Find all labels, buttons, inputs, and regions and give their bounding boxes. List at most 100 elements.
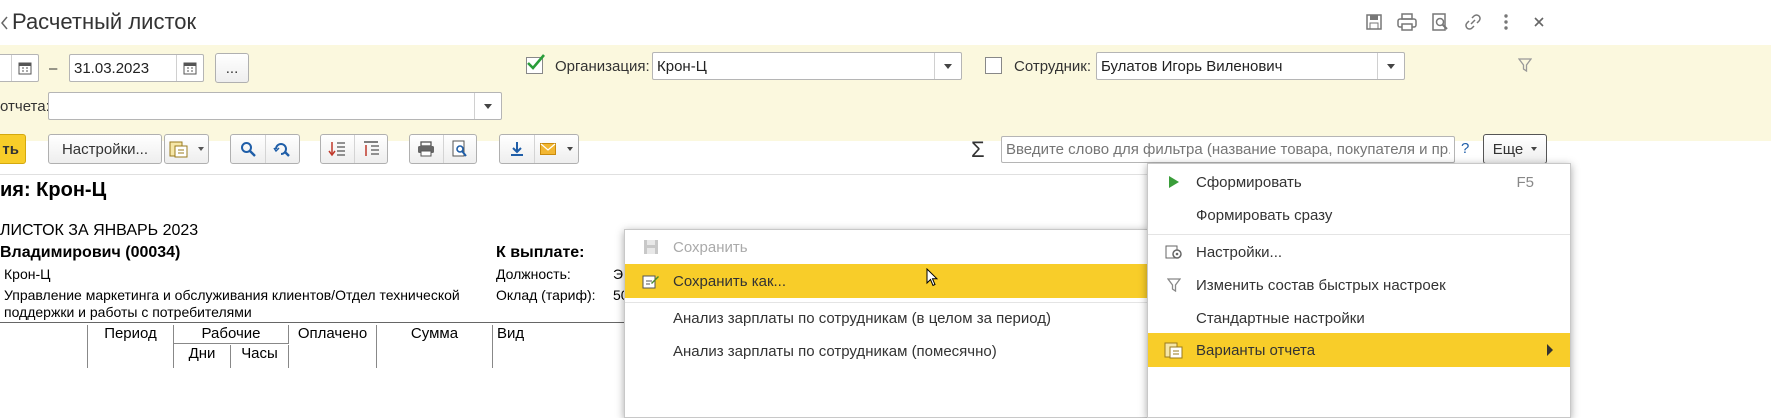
- col-type-header: Вид: [497, 325, 525, 342]
- calendar-icon[interactable]: [11, 55, 38, 81]
- employee-label: Сотрудник:: [1014, 58, 1092, 75]
- menu-item-settings-label: Настройки...: [1196, 243, 1283, 261]
- menu-item-standard-settings[interactable]: Стандартные настройки: [1148, 301, 1570, 335]
- close-icon[interactable]: [1527, 10, 1551, 34]
- collapse-groups-icon[interactable]: [353, 135, 388, 163]
- save-menu: Сохранить Сохранить как... Анализ зарпла…: [624, 229, 1149, 418]
- menu-item-generate-immediately-label: Формировать сразу: [1196, 206, 1333, 224]
- menu-item-generate-immediately[interactable]: Формировать сразу: [1148, 198, 1570, 232]
- menu-item-report-variants[interactable]: Варианты отчета: [1148, 333, 1570, 367]
- col-working-header: Рабочие: [174, 325, 289, 344]
- menu-item-variant-period-label: Анализ зарплаты по сотрудникам (в целом …: [673, 309, 1052, 327]
- menu-item-save-as-label: Сохранить как...: [673, 272, 787, 290]
- preview-icon[interactable]: [1428, 10, 1452, 34]
- menu-item-save-as[interactable]: Сохранить как...: [625, 264, 1148, 298]
- find-icon[interactable]: [231, 135, 265, 163]
- menu-item-variant-monthly-label: Анализ зарплаты по сотрудникам (помесячн…: [673, 342, 997, 360]
- report-variants-dropdown[interactable]: [164, 134, 209, 164]
- report-position-value: Э: [613, 266, 624, 282]
- menu-item-settings[interactable]: Настройки...: [1148, 235, 1570, 269]
- menu-item-generate-shortcut: F5: [1516, 173, 1534, 191]
- print-icon[interactable]: [410, 135, 443, 163]
- generate-button[interactable]: ть: [0, 134, 26, 164]
- menu-item-standard-settings-label: Стандартные настройки: [1196, 309, 1365, 327]
- more-menu: Сформировать F5 Формировать сразу Настро…: [1147, 163, 1571, 418]
- date-to-field[interactable]: 31.03.2023: [69, 54, 204, 82]
- settings-button[interactable]: Настройки...: [48, 134, 162, 164]
- menu-item-save[interactable]: Сохранить: [625, 230, 1148, 264]
- menu-item-generate[interactable]: Сформировать F5: [1148, 165, 1570, 199]
- group-tools: [320, 134, 388, 164]
- search-input-box[interactable]: [1002, 137, 1454, 162]
- save-as-icon: [641, 272, 661, 290]
- menu-item-variant-monthly[interactable]: Анализ зарплаты по сотрудникам (помесячн…: [625, 334, 1148, 368]
- window-back-chevron[interactable]: [0, 13, 8, 33]
- settings-icon: [1164, 243, 1184, 261]
- report-department-line2: поддержки и работы с потребителями: [4, 304, 252, 320]
- report-department-line1: Управление маркетинга и обслуживания кли…: [4, 287, 460, 303]
- menu-item-variant-period[interactable]: Анализ зарплаты по сотрудникам (в целом …: [625, 301, 1148, 335]
- find-next-icon[interactable]: [264, 135, 300, 163]
- link-icon[interactable]: [1461, 10, 1485, 34]
- report-org-header: ия: Крон-Ц: [0, 179, 107, 201]
- col-paid-header: Оплачено: [289, 325, 377, 368]
- organization-field[interactable]: Крон-Ц: [652, 52, 962, 80]
- col-hours-header: Часы: [231, 345, 289, 368]
- organization-value: Крон-Ц: [657, 58, 707, 75]
- report-salary-label: Оклад (тариф):: [496, 287, 596, 303]
- organization-checkbox[interactable]: [526, 54, 545, 74]
- report-title: ЛИСТОК ЗА ЯНВАРЬ 2023: [0, 222, 199, 239]
- col-period-header: Период: [87, 325, 174, 368]
- col-working-divider: [174, 343, 289, 344]
- more-button-label: Еще: [1492, 140, 1524, 158]
- chevron-down-icon[interactable]: [474, 93, 501, 119]
- print-preview-icon[interactable]: [442, 135, 477, 163]
- help-link[interactable]: ?: [1461, 140, 1469, 157]
- menu-item-quick-settings[interactable]: Изменить состав быстрых настроек: [1148, 268, 1570, 302]
- window-title: Расчетный листок: [12, 9, 197, 34]
- date-from-field[interactable]: [0, 54, 39, 82]
- employee-field[interactable]: Булатов Игорь Виленович: [1096, 52, 1405, 80]
- employee-checkbox[interactable]: [985, 57, 1002, 74]
- employee-value: Булатов Игорь Виленович: [1101, 58, 1283, 75]
- report-variant-field[interactable]: [48, 92, 502, 120]
- expand-groups-icon[interactable]: [321, 135, 354, 163]
- report-employee: Владимирович (00034): [0, 244, 181, 261]
- filter-icon[interactable]: [1513, 53, 1537, 77]
- print-icon[interactable]: [1395, 10, 1419, 34]
- search-input[interactable]: [1001, 136, 1455, 163]
- menu-item-quick-settings-label: Изменить состав быстрых настроек: [1196, 276, 1446, 294]
- submenu-arrow-icon: [1547, 344, 1553, 356]
- calendar-icon[interactable]: [176, 55, 203, 81]
- print-tools: [409, 134, 477, 164]
- report-variants-icon: [1164, 341, 1184, 359]
- menu-item-report-variants-label: Варианты отчета: [1196, 341, 1316, 359]
- menu-item-save-label: Сохранить: [673, 238, 748, 256]
- filter-panel: – 31.03.2023 ... Организация: Крон-Ц Сот…: [0, 45, 1771, 141]
- col-days-header: Дни: [174, 345, 231, 368]
- report-position-label: Должность:: [496, 266, 571, 282]
- date-range-dash: –: [49, 60, 58, 77]
- generate-button-label: ть: [2, 140, 19, 158]
- more-button[interactable]: Еще: [1483, 134, 1547, 164]
- report-variants-icon: [165, 135, 193, 163]
- chevron-down-icon[interactable]: [1377, 53, 1404, 79]
- report-org-name: Крон-Ц: [4, 266, 51, 282]
- save-icon: [641, 238, 661, 256]
- chevron-down-icon[interactable]: [934, 53, 961, 79]
- download-icon[interactable]: [500, 135, 534, 163]
- settings-button-label: Настройки...: [61, 140, 149, 158]
- select-period-button[interactable]: ...: [215, 53, 249, 83]
- more-vertical-icon[interactable]: [1494, 10, 1518, 34]
- sum-icon[interactable]: Σ: [971, 137, 985, 163]
- mail-icon[interactable]: [533, 135, 563, 163]
- report-variant-label: отчета:: [0, 98, 50, 115]
- table-top-border: [0, 322, 640, 323]
- toolbar-divider: [0, 174, 1150, 175]
- chevron-down-icon: [193, 135, 208, 163]
- select-period-label: ...: [225, 59, 239, 77]
- play-icon: [1164, 173, 1184, 191]
- menu-item-generate-label: Сформировать: [1196, 173, 1302, 191]
- save-icon[interactable]: [1362, 10, 1386, 34]
- chevron-down-icon[interactable]: [562, 135, 578, 163]
